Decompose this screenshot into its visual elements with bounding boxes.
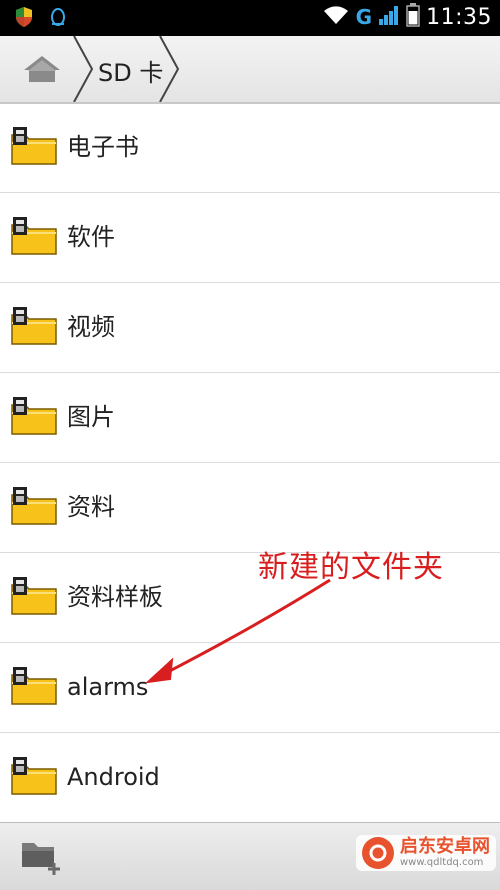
breadcrumb-item-sd-card[interactable]: SD 卡 bbox=[98, 53, 163, 88]
home-button[interactable] bbox=[8, 36, 76, 102]
folder-sd-icon bbox=[11, 487, 57, 525]
folder-name: 电子书 bbox=[67, 133, 139, 161]
list-item[interactable]: Android bbox=[0, 733, 500, 823]
battery-icon bbox=[406, 3, 420, 31]
qq-penguin-icon bbox=[48, 6, 68, 32]
watermark-logo-icon bbox=[362, 837, 394, 869]
watermark: 启东安卓网 www.qdltdq.com bbox=[356, 835, 496, 871]
folder-name: 视频 bbox=[67, 313, 115, 341]
list-item[interactable]: 电子书 bbox=[0, 103, 500, 193]
folder-sd-icon bbox=[11, 127, 57, 165]
folder-name: 软件 bbox=[67, 223, 115, 251]
folder-sd-icon bbox=[11, 217, 57, 255]
list-item[interactable]: 资料 bbox=[0, 463, 500, 553]
folder-name: Android bbox=[67, 763, 160, 791]
shield-icon bbox=[14, 6, 34, 32]
folder-name: 资料 bbox=[67, 493, 115, 521]
folder-name: 资料样板 bbox=[67, 583, 163, 611]
watermark-title: 启东安卓网 bbox=[400, 836, 490, 857]
list-item[interactable]: 软件 bbox=[0, 193, 500, 283]
new-folder-button[interactable] bbox=[18, 835, 64, 877]
list-item[interactable]: alarms bbox=[0, 643, 500, 733]
folder-sd-icon bbox=[11, 667, 57, 705]
wifi-icon bbox=[322, 4, 350, 30]
new-folder-icon bbox=[22, 843, 60, 875]
home-icon bbox=[24, 56, 60, 82]
watermark-url: www.qdltdq.com bbox=[400, 857, 484, 868]
folder-list: 电子书 软件 视频 图片 资料 资料样板 alarms Android bbox=[0, 103, 500, 823]
bottom-toolbar: 启东安卓网 www.qdltdq.com bbox=[0, 822, 500, 890]
folder-sd-icon bbox=[11, 757, 57, 795]
breadcrumb: SD 卡 bbox=[0, 36, 500, 104]
status-bar: G 11:35 bbox=[0, 0, 500, 36]
breadcrumb-separator-icon bbox=[73, 36, 94, 102]
signal-icon bbox=[378, 4, 400, 30]
folder-sd-icon bbox=[11, 577, 57, 615]
folder-name: 图片 bbox=[67, 403, 115, 431]
network-type-label: G bbox=[355, 5, 373, 29]
breadcrumb-separator-icon bbox=[159, 36, 180, 102]
list-item[interactable]: 视频 bbox=[0, 283, 500, 373]
annotation-text: 新建的文件夹 bbox=[258, 550, 444, 585]
folder-name: alarms bbox=[67, 673, 149, 701]
folder-sd-icon bbox=[11, 397, 57, 435]
folder-sd-icon bbox=[11, 307, 57, 345]
list-item[interactable]: 图片 bbox=[0, 373, 500, 463]
clock: 11:35 bbox=[426, 4, 492, 30]
